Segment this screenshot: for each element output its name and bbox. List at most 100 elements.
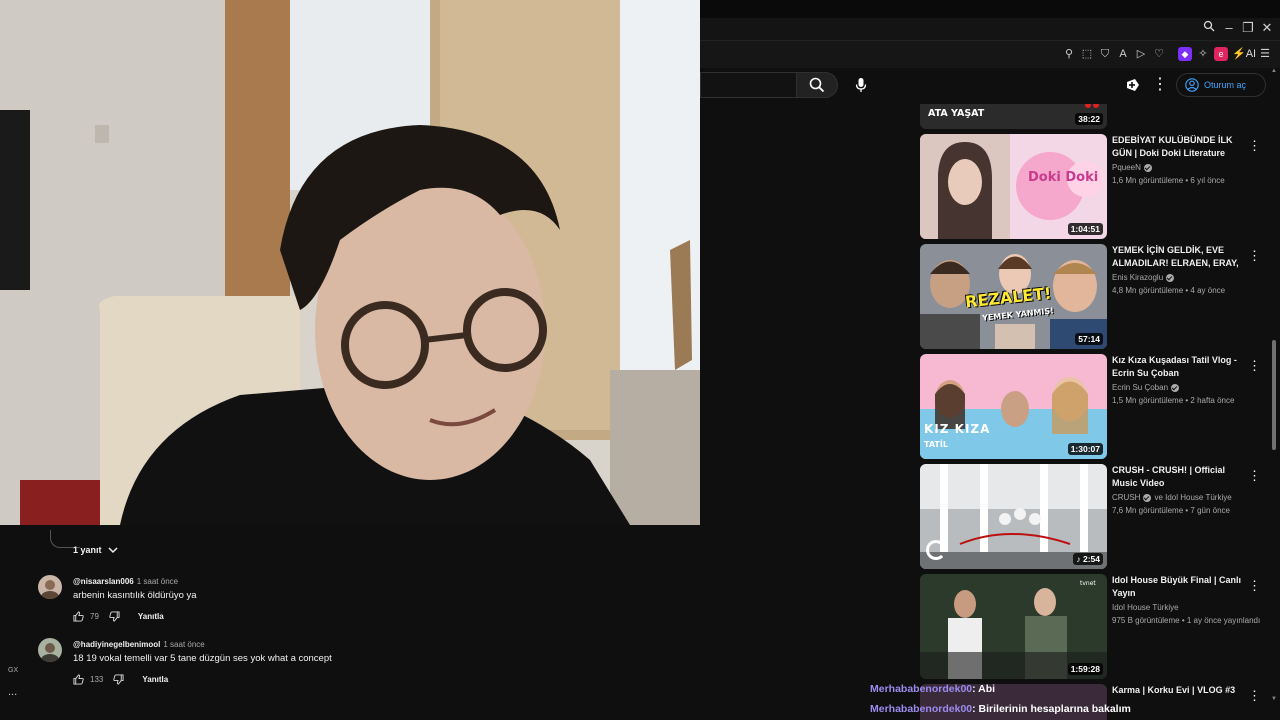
play-icon[interactable]: ▷ xyxy=(1134,47,1148,61)
verified-icon xyxy=(1171,383,1180,392)
extension-pink-icon[interactable]: e xyxy=(1214,47,1228,61)
video-thumbnail[interactable]: REZALET! YEMEK YANMIŞ! 57:14 xyxy=(920,244,1107,349)
more-icon[interactable]: ... xyxy=(8,686,17,698)
chat-message: Merhababenordek00: Abi xyxy=(870,683,995,695)
video-menu-icon[interactable]: ⋮ xyxy=(1248,358,1261,374)
create-button[interactable] xyxy=(1124,76,1142,94)
video-title[interactable]: Kız Kıza Kuşadası Tatil Vlog - Ecrin Su … xyxy=(1112,354,1247,380)
sidebar-video[interactable]: Doki Doki 1:04:51 EDEBİYAT KULÜBÜNDE İLK… xyxy=(920,134,1270,239)
sidebar-video[interactable]: tvnet 1:59:28 Idol House Büyük Final | C… xyxy=(920,574,1270,679)
maximize-icon[interactable]: ❐ xyxy=(1239,20,1257,36)
thumbnail-text: tvnet xyxy=(1080,580,1096,587)
video-menu-icon[interactable]: ⋮ xyxy=(1248,688,1261,704)
show-replies-button[interactable]: 1 yanıt xyxy=(73,545,118,555)
sidebar-video[interactable]: ♪ 2:54 CRUSH - CRUSH! | Official Music V… xyxy=(920,464,1270,569)
video-menu-icon[interactable]: ⋮ xyxy=(1248,138,1261,154)
screen: – ❐ ✕ ⚲ ⬚ ⛉ A ▷ ♡ ◆ ✧ e ⚡AI ☰ ⋮ Oturum a… xyxy=(0,0,1280,720)
video-title[interactable]: YEMEK İÇİN GELDİK, EVE ALMADILAR! ELRAEN… xyxy=(1112,244,1247,270)
webcam-overlay xyxy=(0,0,700,525)
video-title[interactable]: Karma | Korku Evi | VLOG #3 xyxy=(1112,684,1247,697)
browser-search-icon[interactable] xyxy=(1200,20,1218,35)
shield-icon[interactable]: ⛉ xyxy=(1098,47,1112,61)
comment-time[interactable]: 1 saat önce xyxy=(137,577,178,586)
video-channel[interactable]: CRUSH ve Idol House Türkiye xyxy=(1112,493,1262,502)
dislike-icon[interactable] xyxy=(109,611,120,622)
video-meta: 975 B görüntüleme • 1 ay önce yayınlandı xyxy=(1112,616,1261,625)
channel-name[interactable]: PqueeN xyxy=(1112,163,1141,172)
scrollbar-thumb[interactable] xyxy=(1272,340,1276,450)
channel-name[interactable]: Ecrin Su Çoban xyxy=(1112,383,1168,392)
comment-username[interactable]: @hadiyinegelbenimool xyxy=(73,640,160,649)
settings-menu-icon[interactable]: ⋮ xyxy=(1152,74,1168,96)
like-count: 133 xyxy=(90,675,104,684)
search-icon xyxy=(809,77,825,93)
heart-icon[interactable]: ♡ xyxy=(1152,47,1166,61)
screenshot-icon[interactable]: ⬚ xyxy=(1080,47,1094,61)
sidebar-video[interactable]: REZALET! YEMEK YANMIŞ! 57:14 YEMEK İÇİN … xyxy=(920,244,1270,349)
thumbnail-text: Doki Doki xyxy=(1028,170,1099,185)
verified-icon xyxy=(1143,493,1152,502)
sidebar-video[interactable]: ATA YAŞAT 38:22 xyxy=(920,104,1270,129)
video-menu-icon[interactable]: ⋮ xyxy=(1248,248,1261,264)
video-channel[interactable]: PqueeN xyxy=(1112,163,1262,172)
translate-icon[interactable]: A xyxy=(1116,47,1130,61)
search-input[interactable] xyxy=(700,72,796,98)
menu-lines-icon[interactable]: ☰ xyxy=(1258,47,1272,61)
duration-value: 2:54 xyxy=(1082,554,1100,564)
create-icon xyxy=(1127,79,1139,91)
search-button[interactable] xyxy=(796,72,838,98)
replies-label: 1 yanıt xyxy=(73,545,102,555)
video-menu-icon[interactable]: ⋮ xyxy=(1248,468,1261,484)
comment-time[interactable]: 1 saat önce xyxy=(163,640,204,649)
video-thumbnail[interactable]: ♪ 2:54 xyxy=(920,464,1107,569)
close-icon[interactable]: ✕ xyxy=(1258,20,1276,36)
pin-icon[interactable]: ⚲ xyxy=(1062,47,1076,61)
ai-label: AI xyxy=(1245,48,1257,60)
video-thumbnail[interactable]: tvnet 1:59:28 xyxy=(920,574,1107,679)
minimize-icon[interactable]: – xyxy=(1220,20,1238,35)
reply-button[interactable]: Yanıtla xyxy=(142,675,168,684)
puzzle-icon[interactable]: ✧ xyxy=(1196,47,1210,61)
video-thumbnail[interactable]: Doki Doki 1:04:51 xyxy=(920,134,1107,239)
signin-button[interactable]: Oturum aç xyxy=(1176,73,1266,97)
reply-button[interactable]: Yanıtla xyxy=(138,612,164,621)
channel-name[interactable]: CRUSH xyxy=(1112,493,1140,502)
voice-search-button[interactable] xyxy=(850,74,872,96)
dislike-icon[interactable] xyxy=(113,674,124,685)
window-bar xyxy=(700,18,1280,40)
sidebar-video[interactable]: KIZ KIZA TATİL 1:30:07 Kız Kıza Kuşadası… xyxy=(920,354,1270,459)
like-icon[interactable] xyxy=(73,611,84,622)
video-thumbnail[interactable]: KIZ KIZA TATİL 1:30:07 xyxy=(920,354,1107,459)
comment-author[interactable]: @nisaarslan006 1 saat önce xyxy=(73,577,178,586)
like-icon[interactable] xyxy=(73,674,84,685)
channel-name[interactable]: Idol House Türkiye xyxy=(1112,603,1179,612)
video-channel[interactable]: Idol House Türkiye xyxy=(1112,603,1262,612)
video-channel[interactable]: Ecrin Su Çoban xyxy=(1112,383,1262,392)
scroll-up-icon[interactable]: ▲ xyxy=(1271,68,1277,74)
video-title[interactable]: CRUSH - CRUSH! | Official Music Video xyxy=(1112,464,1247,490)
extension-purple-icon[interactable]: ◆ xyxy=(1178,47,1192,61)
video-duration: 38:22 xyxy=(1075,113,1103,125)
chat-username: Merhababenordek00 xyxy=(870,703,973,715)
thumbnail-text: ATA YAŞAT xyxy=(928,108,985,119)
comment-actions: 133 Yanıtla xyxy=(73,674,168,685)
video-channel[interactable]: Enis Kirazoglu xyxy=(1112,273,1262,282)
video-menu-icon[interactable]: ⋮ xyxy=(1248,578,1261,594)
video-duration: 57:14 xyxy=(1075,333,1103,345)
video-duration: 1:04:51 xyxy=(1067,223,1103,235)
avatar[interactable] xyxy=(38,575,62,599)
video-meta: 7,6 Mn görüntüleme • 7 gün önce xyxy=(1112,506,1230,515)
comment-username[interactable]: @nisaarslan006 xyxy=(73,577,134,586)
video-thumbnail[interactable]: ATA YAŞAT 38:22 xyxy=(920,104,1107,129)
gx-label: GX xyxy=(8,667,19,674)
chevron-down-icon xyxy=(107,547,118,554)
channel-collab[interactable]: ve Idol House Türkiye xyxy=(1154,493,1231,502)
comment-author[interactable]: @hadiyinegelbenimool 1 saat önce xyxy=(73,640,205,649)
video-meta: 4,8 Mn görüntüleme • 4 ay önce xyxy=(1112,286,1226,295)
video-title[interactable]: Idol House Büyük Final | Canlı Yayın xyxy=(1112,574,1247,600)
avatar[interactable] xyxy=(38,638,62,662)
scroll-down-icon[interactable]: ▼ xyxy=(1271,696,1277,702)
ai-button[interactable]: ⚡AI xyxy=(1232,47,1256,60)
video-title[interactable]: EDEBİYAT KULÜBÜNDE İLK GÜN | Doki Doki L… xyxy=(1112,134,1247,160)
channel-name[interactable]: Enis Kirazoglu xyxy=(1112,273,1163,282)
